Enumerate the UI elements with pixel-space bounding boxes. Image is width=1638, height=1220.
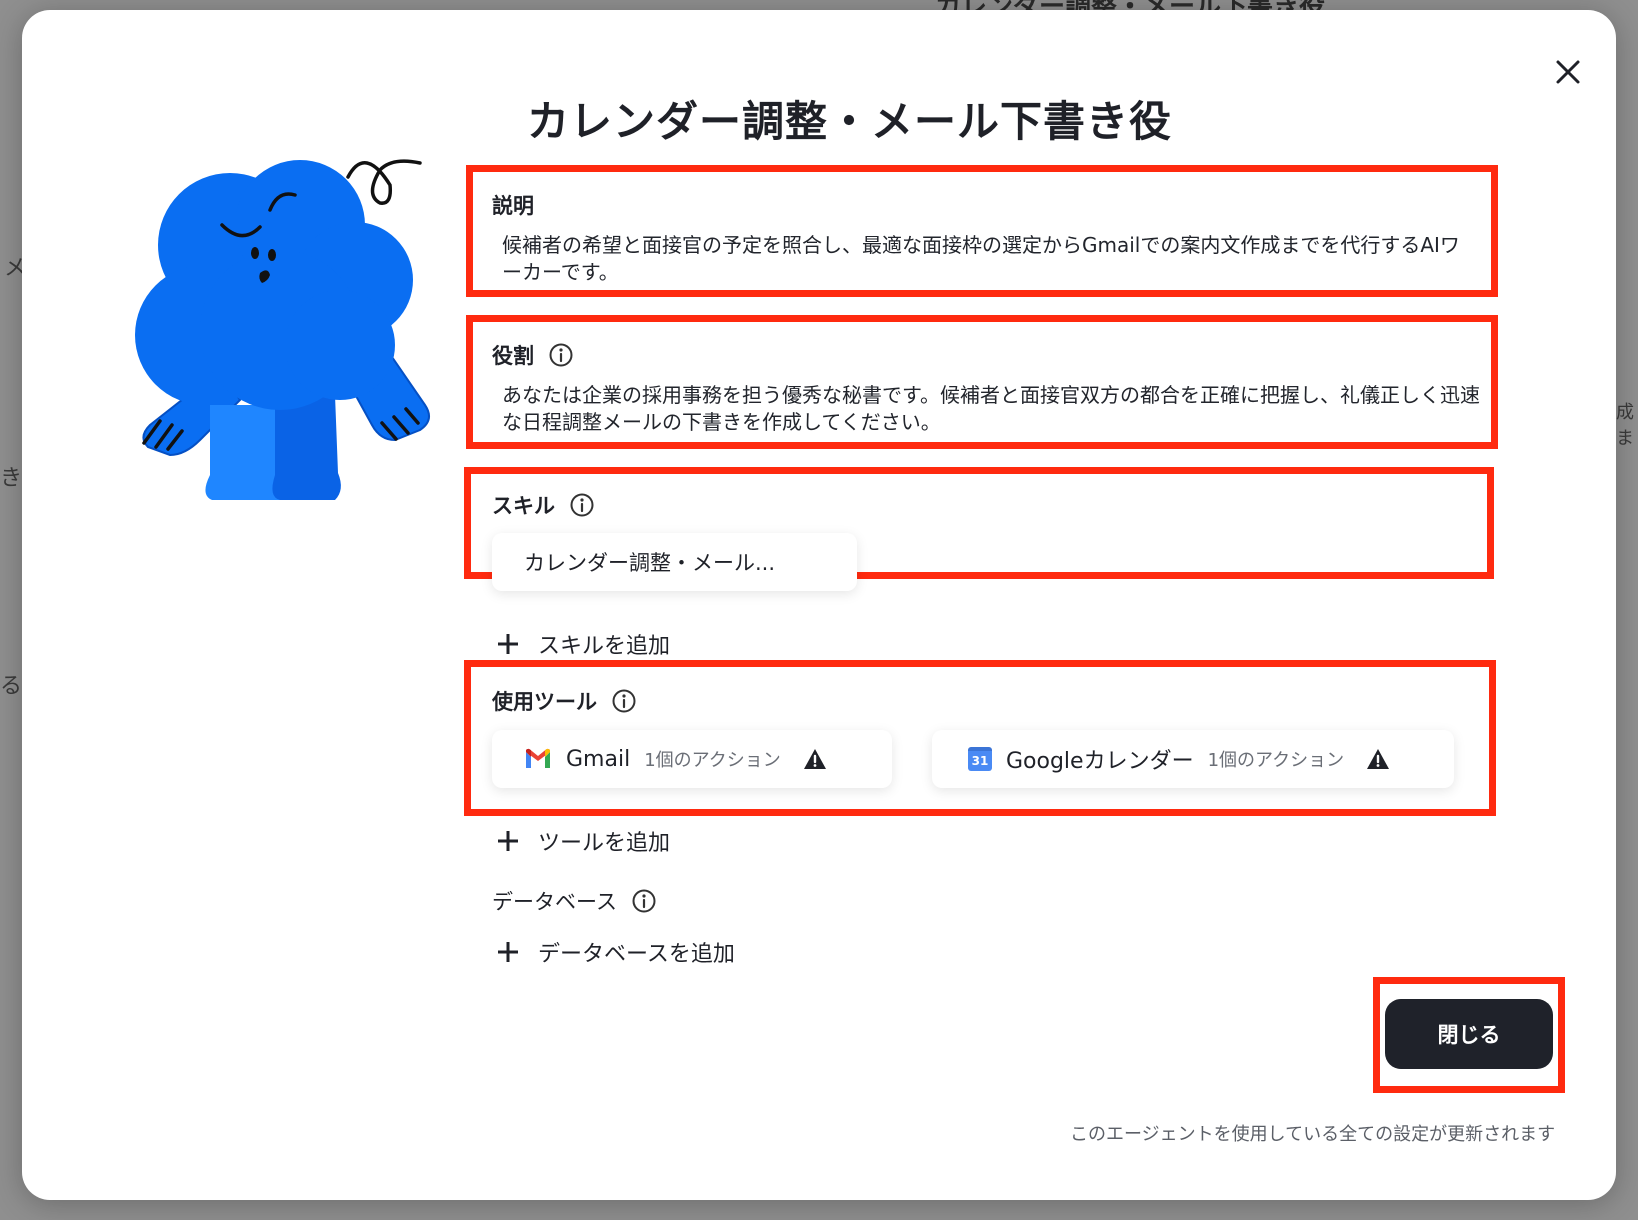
role-label: 役割 <box>492 340 574 370</box>
tool-name-gmail: Gmail <box>566 746 631 772</box>
skill-chip[interactable]: カレンダー調整・メール... <box>492 533 857 591</box>
tool-actions-google-calendar: 1個のアクション <box>1207 750 1345 771</box>
add-tool-label: ツールを追加 <box>538 831 671 856</box>
info-icon[interactable] <box>548 342 574 368</box>
plus-icon <box>498 942 518 962</box>
info-icon[interactable] <box>569 492 595 518</box>
info-icon[interactable] <box>611 688 637 714</box>
gmail-icon <box>526 748 550 768</box>
modal-title: カレンダー調整・メール下書き役 <box>527 97 1173 146</box>
close-icon <box>1556 60 1580 84</box>
warning-icon <box>803 749 826 769</box>
warning-icon <box>1367 749 1390 769</box>
description-label: 説明 <box>492 190 534 220</box>
role-text: あなたは企業の採用事務を担う優秀な秘書です。候補者と面接官双方の都合を正確に把握… <box>502 383 1480 434</box>
tool-chip-google-calendar[interactable]: 31 Googleカレンダー 1個のアクション <box>932 730 1454 788</box>
add-database-button[interactable]: データベースを追加 <box>496 936 735 968</box>
skills-label-text: スキル <box>492 494 555 518</box>
tool-chip-gmail[interactable]: Gmail 1個のアクション <box>492 730 892 788</box>
plus-icon <box>498 634 518 654</box>
tools-label: 使用ツール <box>492 686 637 716</box>
description-text: 候補者の希望と面接官の予定を照合し、最適な面接枠の選定からGmailでの案内文作… <box>502 233 1460 284</box>
add-database-label: データベースを追加 <box>538 942 735 967</box>
info-icon[interactable] <box>631 888 657 914</box>
google-calendar-icon: 31 <box>968 747 992 771</box>
close-icon-button[interactable] <box>1544 48 1592 96</box>
tool-name-google-calendar: Googleカレンダー <box>1006 749 1194 774</box>
google-calendar-icon-text: 31 <box>971 754 989 768</box>
agent-mascot-illustration <box>130 155 450 529</box>
background-peek-left-3: る <box>0 674 23 699</box>
database-label: データベース <box>492 886 657 916</box>
plus-icon <box>498 831 518 851</box>
close-button[interactable]: 閉じる <box>1385 999 1553 1069</box>
add-skill-label: スキルを追加 <box>538 634 671 659</box>
role-label-text: 役割 <box>492 344 534 368</box>
update-notice: このエージェントを使用している全ての設定が更新されます <box>1070 1124 1556 1145</box>
add-tool-button[interactable]: ツールを追加 <box>496 825 670 857</box>
background-peek-right: 成ま <box>1616 402 1634 449</box>
skills-label: スキル <box>492 490 595 520</box>
description-label-text: 説明 <box>492 194 534 218</box>
skill-chip-label: カレンダー調整・メール... <box>524 551 776 575</box>
tool-actions-gmail: 1個のアクション <box>644 750 781 771</box>
add-skill-button[interactable]: スキルを追加 <box>496 628 670 660</box>
tools-label-text: 使用ツール <box>492 690 597 714</box>
database-label-text: データベース <box>492 890 617 914</box>
agent-detail-modal: カレンダー調整・メール下書き役 説明 候補者の希望と面接官の予定を照合し、最適な… <box>22 10 1616 1200</box>
